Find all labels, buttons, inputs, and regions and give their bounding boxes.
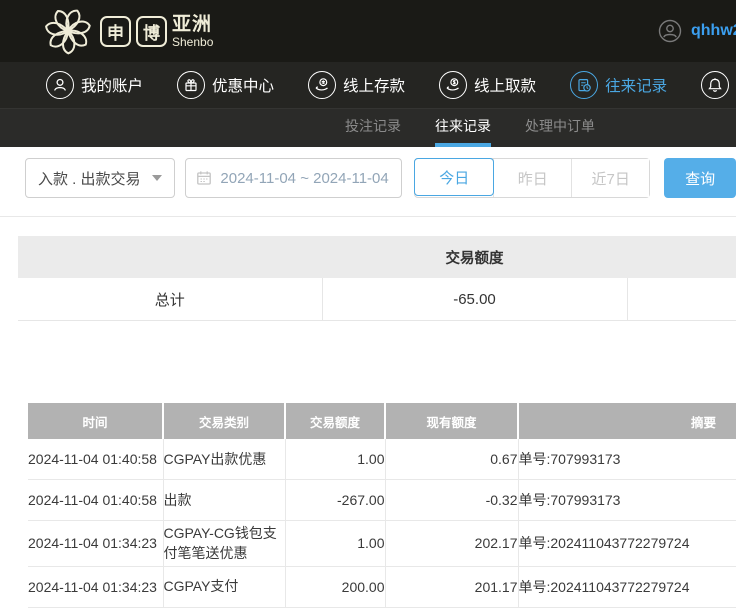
summary-total-value: -65.00 xyxy=(322,278,627,321)
summary-table: 交易额度 总计 -65.00 xyxy=(18,236,736,321)
nav-item-label: 往来记录 xyxy=(605,74,667,96)
cell-type: CGPAY支付 xyxy=(163,566,285,607)
brand-char-1: 申 xyxy=(100,16,131,47)
yesterday-button[interactable]: 昨日 xyxy=(493,159,571,197)
nav-item-label: 我的账户 xyxy=(81,74,143,96)
table-row: 2024-11-04 01:34:23 CGPAY-CG钱包支付笔笔送优惠 1.… xyxy=(28,521,736,567)
cell-type: CGPAY出款优惠 xyxy=(163,439,285,480)
gift-icon xyxy=(177,71,205,99)
cell-memo: 单号:707993173 xyxy=(518,439,736,480)
records-icon xyxy=(570,71,598,99)
withdraw-icon xyxy=(439,71,467,99)
nav-item-withdraw[interactable]: 线上取款 xyxy=(439,71,536,99)
cell-balance: 202.17 xyxy=(385,521,518,567)
summary-header-spacer xyxy=(627,236,736,278)
summary-empty-cell xyxy=(627,278,736,321)
brand-logo[interactable]: 申 博 亚洲 Shenbo xyxy=(44,7,213,55)
nav-item-label: 优惠中心 xyxy=(212,74,274,96)
nav-item-deposit[interactable]: 线上存款 xyxy=(308,71,405,99)
transaction-type-select[interactable]: 入款 . 出款交易 xyxy=(25,158,175,198)
nav-item-label: 线上取款 xyxy=(474,74,536,96)
nav-item-records[interactable]: 往来记录 xyxy=(570,71,667,99)
filter-row: 入款 . 出款交易 2024-11-04 ~ 2024-11-04 今日 昨日 … xyxy=(0,147,736,217)
cell-type: 出款 xyxy=(163,480,285,521)
cell-memo: 单号:202411043772279724 xyxy=(518,566,736,607)
main-nav: 我的账户 优惠中心 线上存款 线上 xyxy=(0,62,736,108)
record-tab-bar: 投注记录 往来记录 处理中订单 xyxy=(0,108,736,147)
cell-balance: 201.17 xyxy=(385,566,518,607)
cell-time: 2024-11-04 01:40:58 xyxy=(28,439,163,480)
calendar-icon xyxy=(196,170,212,186)
nav-item-label: 线上存款 xyxy=(343,74,405,96)
summary-header-row: 交易额度 xyxy=(18,236,736,278)
cell-time: 2024-11-04 01:40:58 xyxy=(28,480,163,521)
table-row: 2024-11-04 01:40:58 CGPAY出款优惠 1.00 0.67 … xyxy=(28,439,736,480)
table-row: 2024-11-04 01:40:58 出款 -267.00 -0.32 单号:… xyxy=(28,480,736,521)
bell-icon xyxy=(701,71,729,99)
flower-logo-icon xyxy=(44,7,92,55)
nav-item-my-account[interactable]: 我的账户 xyxy=(46,71,143,99)
last7days-button[interactable]: 近7日 xyxy=(571,159,649,197)
brand-region: 亚洲 Shenbo xyxy=(172,15,213,48)
today-button[interactable]: 今日 xyxy=(414,158,494,196)
cell-amount: 1.00 xyxy=(285,521,385,567)
cell-amount: 1.00 xyxy=(285,439,385,480)
quick-date-group: 今日 昨日 近7日 xyxy=(414,158,650,198)
summary-header-amount: 交易额度 xyxy=(322,236,627,278)
nav-item-promotions[interactable]: 优惠中心 xyxy=(177,71,274,99)
summary-total-row: 总计 -65.00 xyxy=(18,278,736,321)
deposit-icon xyxy=(308,71,336,99)
table-row: 2024-11-04 01:34:23 CGPAY支付 200.00 201.1… xyxy=(28,566,736,607)
date-range-value: 2024-11-04 ~ 2024-11-04 xyxy=(220,170,388,187)
cell-time: 2024-11-04 01:34:23 xyxy=(28,521,163,567)
table-header-row: 时间 交易类别 交易额度 现有额度 摘要 xyxy=(28,403,736,439)
col-header-memo: 摘要 xyxy=(518,403,736,439)
cell-balance: -0.32 xyxy=(385,480,518,521)
username: qhhw2 xyxy=(691,22,736,40)
transaction-type-value: 入款 . 出款交易 xyxy=(38,168,141,189)
avatar-icon xyxy=(658,19,682,43)
col-header-type: 交易类别 xyxy=(163,403,285,439)
col-header-amount: 交易额度 xyxy=(285,403,385,439)
nav-item-messages[interactable]: 信息 xyxy=(701,71,736,99)
cell-memo: 单号:202411043772279724 xyxy=(518,521,736,567)
summary-total-label: 总计 xyxy=(18,278,322,321)
cell-balance: 0.67 xyxy=(385,439,518,480)
brand-region-en: Shenbo xyxy=(172,36,213,48)
top-header: 申 博 亚洲 Shenbo qhhw2 xyxy=(0,0,736,62)
cell-memo: 单号:707993173 xyxy=(518,480,736,521)
date-range-input[interactable]: 2024-11-04 ~ 2024-11-04 xyxy=(185,158,402,198)
col-header-time: 时间 xyxy=(28,403,163,439)
summary-header-spacer xyxy=(18,236,322,278)
search-button[interactable]: 查询 xyxy=(664,158,736,198)
cell-time: 2024-11-04 01:34:23 xyxy=(28,566,163,607)
tab-pending-orders[interactable]: 处理中订单 xyxy=(525,109,595,147)
col-header-balance: 现有额度 xyxy=(385,403,518,439)
brand-char-2: 博 xyxy=(136,16,167,47)
cell-type: CGPAY-CG钱包支付笔笔送优惠 xyxy=(163,521,285,567)
user-icon xyxy=(46,71,74,99)
brand-region-cn: 亚洲 xyxy=(172,15,213,34)
user-box[interactable]: qhhw2 xyxy=(658,0,736,62)
cell-amount: -267.00 xyxy=(285,480,385,521)
transactions-table: 时间 交易类别 交易额度 现有额度 摘要 2024-11-04 01:40:58… xyxy=(28,403,736,608)
chevron-down-icon xyxy=(152,175,162,181)
tab-bet-records[interactable]: 投注记录 xyxy=(345,109,401,147)
cell-amount: 200.00 xyxy=(285,566,385,607)
tab-transaction-records[interactable]: 往来记录 xyxy=(435,109,491,147)
